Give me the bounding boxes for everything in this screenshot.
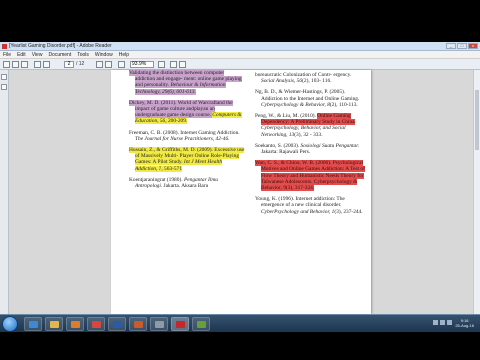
reference-entry: Koentjaraningrat (1980). Pengantar Ilmu … <box>129 177 245 189</box>
zoom-in-icon[interactable] <box>158 61 165 68</box>
reference-entry: Ng, B. D., & Wiemer-Hastings, P. (2005).… <box>255 89 365 108</box>
ie-icon <box>29 321 38 328</box>
fit-page-icon[interactable] <box>170 61 177 68</box>
taskbar-clock[interactable]: 9:16 25-Aug-16 <box>455 318 474 328</box>
taskbar-word[interactable] <box>108 317 126 331</box>
reference-text: Young, K. (1996). Internet addiction: Th… <box>255 196 345 209</box>
reference-text: (2), 110-113. <box>329 101 358 108</box>
zoom-out-icon[interactable] <box>118 61 125 68</box>
reference-text: Jakarta: Rajawali Pers. <box>261 149 311 156</box>
reference-entry: Hussain, Z., & Griffiths, M. D. (2009). … <box>129 147 245 172</box>
reference-entry: Young, K. (1996). Internet addiction: Th… <box>255 196 365 215</box>
select-tool-icon[interactable] <box>105 61 112 68</box>
reference-text: The Journal for Nurse Practitioners, 42-… <box>135 135 230 142</box>
highlighted-text: Wan, C. S., & Chiou, W. B. (2006). Psych… <box>255 160 365 192</box>
window-controls: _ □ x <box>446 43 478 49</box>
taskbar-chrome[interactable] <box>87 317 105 331</box>
email-icon[interactable] <box>21 61 28 68</box>
fit-width-icon[interactable] <box>179 61 186 68</box>
pages-panel-icon[interactable] <box>1 74 7 80</box>
title-bar: [Yearlist Gaming Disorder.pdf] - Adobe R… <box>0 42 480 51</box>
page-number-input[interactable]: 2 <box>64 61 74 68</box>
adobe-reader-icon <box>2 44 7 49</box>
reference-entry: bureaucratic Colonization of Contr- erge… <box>255 72 365 84</box>
taskbar-adobe-reader[interactable] <box>171 317 189 331</box>
attachments-icon[interactable] <box>1 84 7 90</box>
screen: [Yearlist Gaming Disorder.pdf] - Adobe R… <box>0 42 480 314</box>
taskbar: 9:16 25-Aug-16 <box>0 314 480 332</box>
hand-tool-icon[interactable] <box>96 61 103 68</box>
pdf-page: Validating the distinction between compu… <box>111 70 371 314</box>
reference-entry: Peng, W., & Liu, M. (2010). Online Gamin… <box>255 113 365 138</box>
reference-text: Peng, W., & Liu, M. (2010). <box>255 113 318 120</box>
reference-text: Social Analysis, 56 <box>261 78 303 85</box>
reference-text: (3), 237-244. <box>334 208 363 215</box>
reference-text: . Jakarta. Aksara Baru <box>160 183 209 190</box>
menu-view[interactable]: View <box>32 51 43 58</box>
minimize-button[interactable]: _ <box>446 43 456 49</box>
open-icon[interactable] <box>3 61 10 68</box>
reference-entry: Dickey, M. D. (2011). World of Warcrafta… <box>129 99 245 125</box>
reference-text: Freeman, C. B. (2008). Internet Gaming A… <box>129 129 240 136</box>
taskbar-explorer[interactable] <box>45 317 63 331</box>
reference-entry: Freeman, C. B. (2008). Internet Gaming A… <box>129 130 245 142</box>
menu-window[interactable]: Window <box>95 51 113 58</box>
network-icon[interactable] <box>433 320 438 325</box>
scrollbar-thumb[interactable] <box>475 90 479 150</box>
menu-tools[interactable]: Tools <box>77 51 89 58</box>
recorder-icon <box>197 321 206 328</box>
maximize-button[interactable]: □ <box>457 43 467 49</box>
document-canvas: Validating the distinction between compu… <box>9 70 480 314</box>
menu-bar: File Edit View Document Tools Window Hel… <box>0 51 480 59</box>
reference-entry: Validating the distinction between compu… <box>129 70 245 95</box>
calculator-icon <box>155 321 164 328</box>
reference-text: (2), 103- 116. <box>302 78 332 85</box>
close-button[interactable]: x <box>468 43 478 49</box>
right-column-references: bureaucratic Colonization of Contr- erge… <box>255 72 365 220</box>
highlighted-text: , 200-209. <box>165 118 188 125</box>
reference-text: Koentjaraningrat (1980). <box>129 176 184 183</box>
toolbar: 2 / 12 93.9% <box>0 59 480 70</box>
vertical-scrollbar[interactable] <box>473 70 480 314</box>
left-column-references: Validating the distinction between compu… <box>129 70 245 194</box>
start-button[interactable] <box>2 316 18 332</box>
menu-document[interactable]: Document <box>48 51 71 58</box>
menu-help[interactable]: Help <box>119 51 129 58</box>
navigation-pane <box>0 70 9 314</box>
chrome-icon <box>92 321 101 328</box>
zoom-select[interactable]: 93.9% <box>130 61 154 68</box>
menu-file[interactable]: File <box>3 51 11 58</box>
taskbar-calculator[interactable] <box>150 317 168 331</box>
battery-icon[interactable] <box>447 320 452 325</box>
taskbar-media[interactable] <box>66 317 84 331</box>
reference-text: Ng, B. D., & Wiemer-Hastings, P. (2005).… <box>255 89 360 102</box>
folder-icon <box>50 321 59 328</box>
reference-entry: Wan, C. S., & Chiou, W. B. (2006). Psych… <box>255 160 365 192</box>
volume-icon[interactable] <box>440 320 445 325</box>
word-icon <box>113 321 122 328</box>
reference-text: Soekanto, S. (2003). <box>255 142 301 149</box>
taskbar-powerpoint[interactable] <box>129 317 147 331</box>
print-icon[interactable] <box>12 61 19 68</box>
menu-edit[interactable]: Edit <box>17 51 26 58</box>
next-page-icon[interactable] <box>43 61 50 68</box>
reference-text: (3), 32 - 333. <box>294 131 323 138</box>
reference-text: CyberPsychology and Behavior, 1 <box>261 208 335 215</box>
reference-text: Sosiologi Suatu Pengantar. <box>300 142 360 149</box>
system-tray <box>433 320 452 325</box>
media-player-icon <box>71 321 80 328</box>
window-title: [Yearlist Gaming Disorder.pdf] - Adobe R… <box>9 43 112 49</box>
reference-text: Cyberpsychology & Behavior, 8 <box>261 101 330 108</box>
adobe-reader-icon <box>176 321 185 328</box>
reference-entry: Soekanto, S. (2003). Sosiologi Suatu Pen… <box>255 143 365 155</box>
page-total: / 12 <box>76 61 85 67</box>
clock-date: 25-Aug-16 <box>455 323 474 328</box>
taskbar-ie[interactable] <box>24 317 42 331</box>
powerpoint-icon <box>134 321 143 328</box>
previous-page-icon[interactable] <box>34 61 41 68</box>
highlighted-text: , 563-571 <box>161 165 183 172</box>
taskbar-recorder[interactable] <box>192 317 210 331</box>
